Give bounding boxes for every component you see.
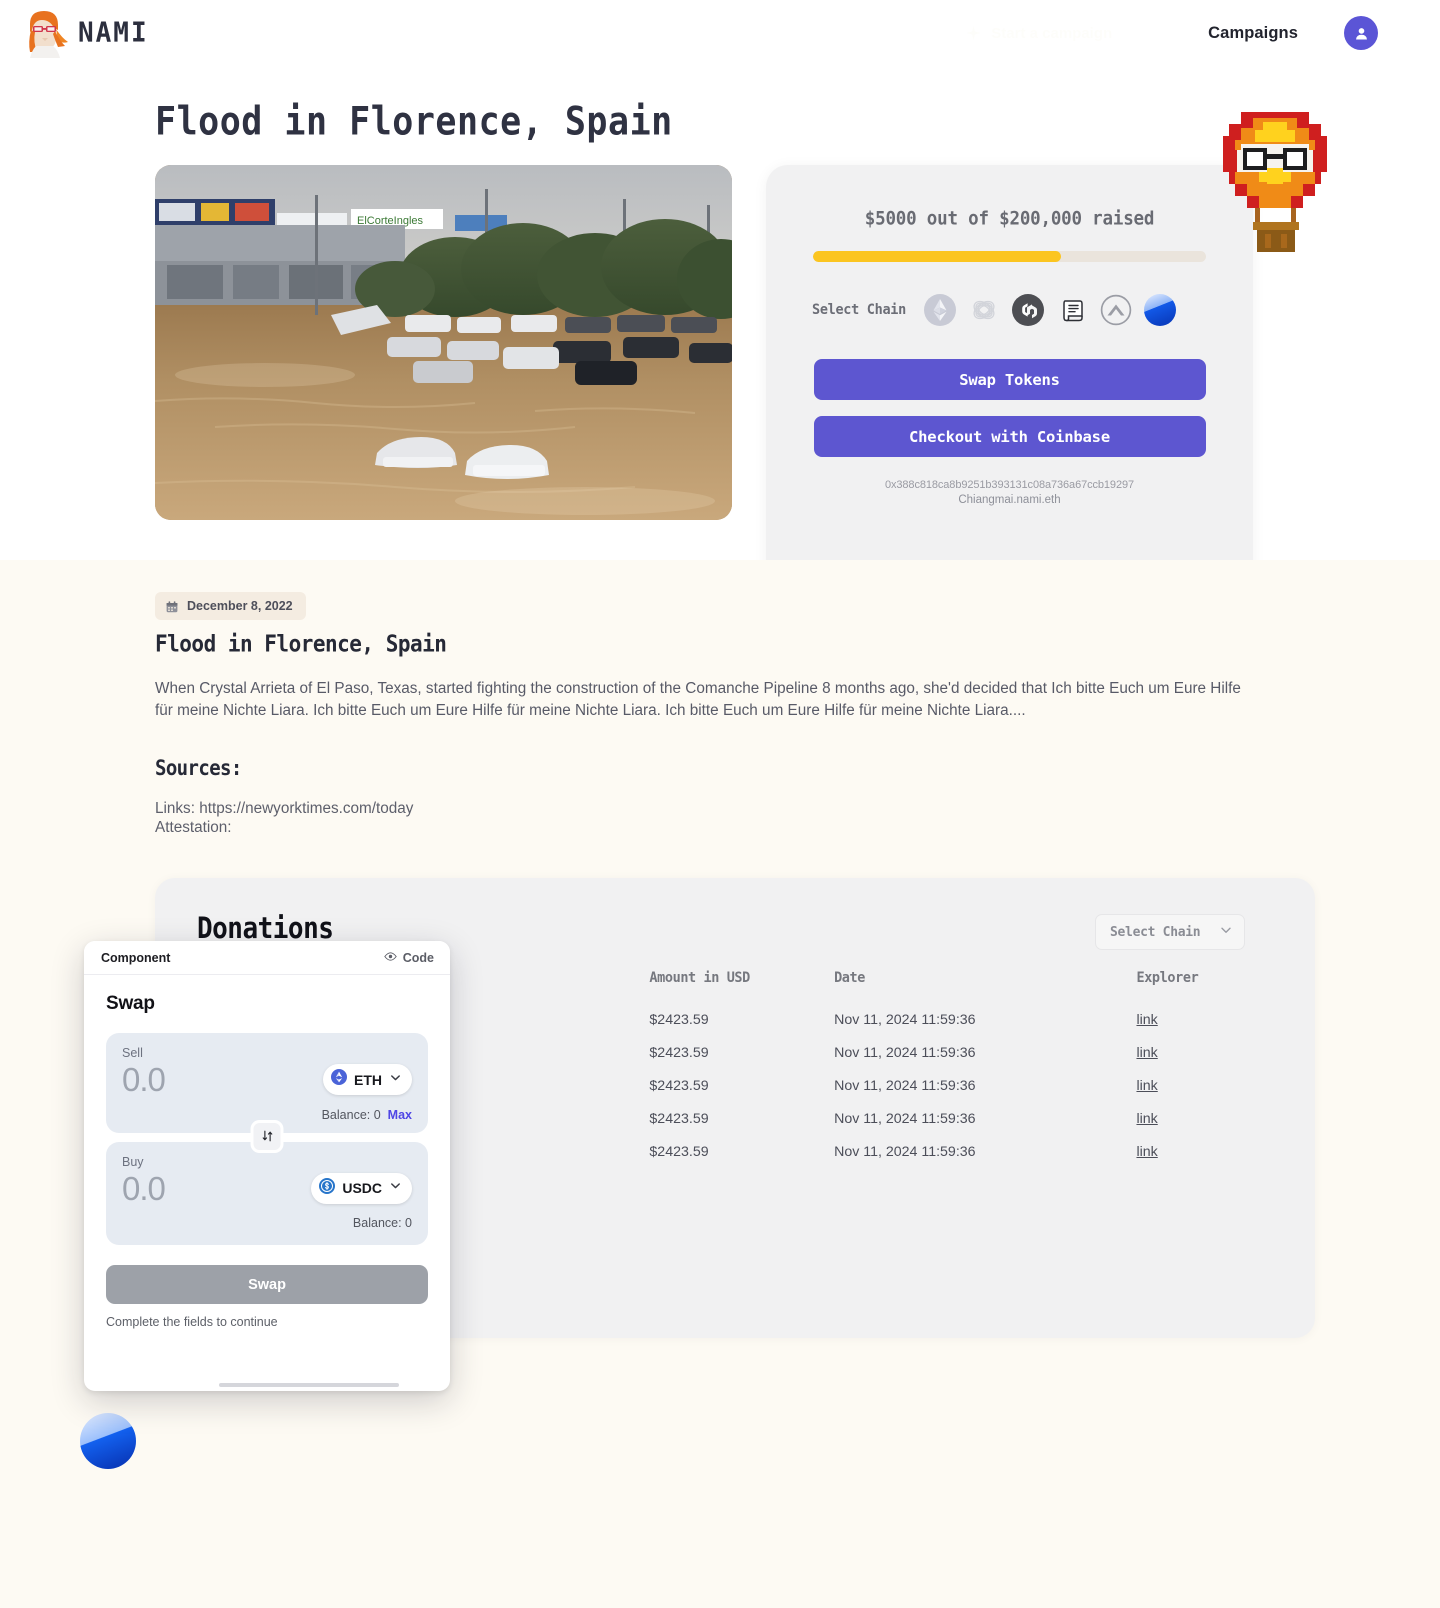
base-chain-floating-badge[interactable] — [80, 1413, 136, 1469]
cell-amount: $2423.59 — [649, 1110, 709, 1127]
swap-widget-body: Swap Sell 0.0 ETH Balance: 0 Max Buy 0.0… — [84, 975, 450, 1329]
buy-token-name: USDC — [342, 1180, 382, 1197]
explorer-link[interactable]: link — [1136, 1144, 1157, 1160]
start-campaign-link[interactable]: Start a campaign — [965, 25, 1112, 42]
zircuit-knot-chain-icon[interactable] — [968, 294, 1000, 326]
swap-tokens-button[interactable]: Swap Tokens — [813, 359, 1206, 400]
user-icon — [1355, 27, 1367, 39]
swap-footer-note: Complete the fields to continue — [106, 1315, 278, 1330]
swap-widget-overlay: Component Code Swap Sell 0.0 ETH Balance… — [84, 941, 450, 1391]
cell-amount: $2423.59 — [649, 1044, 709, 1061]
brand-name: NAMI — [78, 17, 149, 49]
ethereum-chain-icon[interactable] — [923, 294, 956, 326]
hot-air-balloon-mascot-icon — [1215, 100, 1335, 272]
base-chain-icon[interactable] — [1143, 294, 1176, 326]
sources-heading: Sources: — [155, 756, 242, 781]
buy-amount-input[interactable]: 0.0 — [122, 1170, 166, 1208]
cell-date: Nov 11, 2024 11:59:36 — [834, 1011, 976, 1028]
swap-submit-button[interactable]: Swap — [106, 1265, 428, 1305]
cell-date: Nov 11, 2024 11:59:36 — [834, 1044, 976, 1061]
swap-buy-panel: Buy 0.0 USDC Balance: 0 — [106, 1141, 428, 1246]
chevron-down-icon — [389, 1071, 402, 1089]
publish-date: December 8, 2022 — [187, 599, 293, 613]
swap-direction-button[interactable] — [250, 1119, 284, 1153]
tab-component[interactable]: Component — [101, 951, 170, 965]
usdc-token-icon — [319, 1177, 336, 1199]
chevron-down-icon — [1219, 923, 1233, 942]
wallet-address-block: 0x388c818ca8b9251b393131c08a736a67ccb192… — [766, 479, 1253, 506]
arbitrum-arch-chain-icon[interactable] — [1100, 294, 1132, 326]
col-header-amount: Amount in USD — [649, 969, 750, 986]
app-header: NAMI Start a campaign Campaigns — [0, 0, 1440, 66]
sources-links: Links: https://newyorktimes.com/today — [155, 800, 414, 817]
swap-arrows-icon — [262, 1130, 272, 1142]
start-campaign-label: Start a campaign — [991, 24, 1113, 42]
cell-date: Nov 11, 2024 11:59:36 — [834, 1077, 976, 1094]
sell-balance-text: Balance: 0 — [321, 1107, 381, 1122]
donations-chain-filter-label: Select Chain — [1110, 924, 1201, 940]
cell-explorer: link — [1136, 1102, 1275, 1135]
buy-balance-row: Balance: 0 — [122, 1216, 412, 1230]
user-avatar-button[interactable] — [1344, 16, 1378, 50]
calendar-icon — [166, 600, 178, 613]
sell-token-name: ETH — [354, 1071, 382, 1088]
wallet-address: 0x388c818ca8b9251b393131c08a736a67ccb192… — [884, 479, 1135, 491]
swap-title: Swap — [106, 993, 155, 1014]
brand-logo[interactable]: NAMI — [18, 8, 149, 58]
eth-token-icon — [331, 1069, 347, 1090]
buy-balance-text: Balance: 0 — [352, 1216, 412, 1231]
explorer-link[interactable]: link — [1136, 1078, 1157, 1094]
buy-label: Buy — [122, 1154, 144, 1169]
story-title: Flood in Florence, Spain — [155, 630, 447, 657]
wallet-ens-name: Chiangmai.nami.eth — [958, 494, 1061, 506]
scroll-chain-icon[interactable] — [1056, 294, 1088, 326]
eye-icon — [384, 950, 397, 966]
checkout-coinbase-button[interactable]: Checkout with Coinbase — [813, 416, 1206, 457]
cell-amount: $2423.59 — [649, 1011, 709, 1028]
fundraise-progress-fill — [813, 251, 1061, 262]
nami-mascot-icon — [18, 8, 72, 58]
sell-label: Sell — [122, 1046, 143, 1060]
max-button[interactable]: Max — [388, 1108, 412, 1122]
cell-explorer: link — [1136, 1003, 1275, 1036]
nav-campaigns-label: Campaigns — [1208, 23, 1298, 42]
cell-amount: $2423.59 — [649, 1077, 709, 1094]
publish-date-chip: December 8, 2022 — [155, 592, 306, 620]
cell-date: Nov 11, 2024 11:59:36 — [834, 1110, 976, 1127]
fundraise-progress-bar — [813, 251, 1206, 262]
polygon-chain-icon[interactable] — [1011, 294, 1044, 326]
col-header-explorer: Explorer — [1136, 969, 1199, 986]
select-chain-label: Select Chain — [812, 301, 906, 319]
donations-chain-filter[interactable]: Select Chain — [1095, 914, 1245, 950]
tab-code[interactable]: Code — [384, 950, 434, 966]
raised-amount-text: $5000 out of $200,000 raised — [864, 208, 1155, 230]
sources-attestation: Attestation: — [155, 819, 232, 837]
sell-amount-input[interactable]: 0.0 — [122, 1061, 166, 1099]
cell-date: Nov 11, 2024 11:59:36 — [834, 1143, 976, 1160]
sources-block: Links: https://newyorktimes.com/today At… — [155, 799, 413, 837]
flood-photo: ElCorteIngles — [155, 165, 732, 520]
swap-sell-panel: Sell 0.0 ETH Balance: 0 Max — [106, 1033, 428, 1153]
chain-selector-row: Select Chain — [812, 294, 1253, 326]
swap-widget-scrollbar[interactable] — [219, 1383, 399, 1387]
buy-token-selector[interactable]: USDC — [311, 1172, 412, 1204]
col-header-date: Date — [834, 969, 865, 986]
nav-item-campaigns[interactable]: Campaigns — [1208, 24, 1298, 43]
story-body: When Crystal Arrieta of El Paso, Texas, … — [155, 680, 1241, 719]
tab-code-label: Code — [402, 950, 434, 965]
campaign-hero-image: ElCorteIngles — [155, 165, 732, 520]
cell-amount: $2423.59 — [649, 1143, 709, 1160]
cell-explorer: link — [1136, 1036, 1275, 1069]
sparkle-icon — [965, 25, 982, 42]
chevron-down-icon — [389, 1179, 402, 1197]
explorer-link[interactable]: link — [1136, 1111, 1157, 1127]
explorer-link[interactable]: link — [1136, 1045, 1157, 1061]
donate-card: $5000 out of $200,000 raised Select Chai… — [766, 165, 1253, 592]
cell-explorer: link — [1136, 1069, 1275, 1102]
cell-explorer: link — [1136, 1135, 1275, 1168]
explorer-link[interactable]: link — [1136, 1012, 1157, 1028]
page-title: Flood in Florence, Spain — [155, 100, 673, 145]
swap-widget-tabbar: Component Code — [84, 941, 450, 975]
sell-token-selector[interactable]: ETH — [323, 1064, 412, 1096]
